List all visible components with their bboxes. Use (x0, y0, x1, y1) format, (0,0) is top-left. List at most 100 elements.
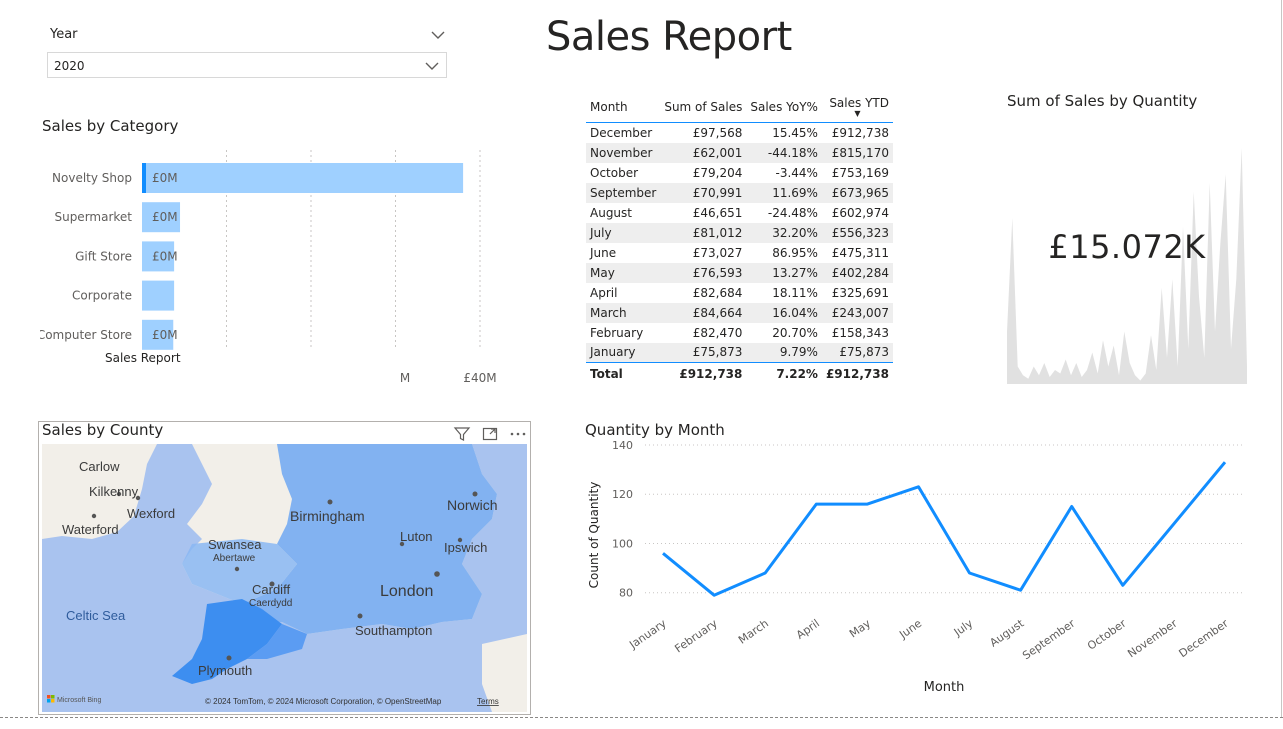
table-row[interactable]: September £70,991 11.69% £673,965 (586, 182, 893, 203)
map-label-luton: Luton (400, 529, 433, 544)
table-row[interactable]: May £76,593 13.27% £402,284 (586, 262, 893, 283)
bar-chart-footer-label: Sales Report (105, 351, 181, 365)
table-cell: April (590, 285, 618, 300)
table-cell: £75,873 (839, 345, 889, 360)
table-cell: December (590, 125, 653, 140)
table-row[interactable]: April £82,684 18.11% £325,691 (586, 283, 893, 303)
bing-logo-text: Microsoft Bing (57, 697, 101, 704)
table-cell: £81,012 (692, 225, 743, 240)
year-dropdown[interactable]: 2020 (47, 52, 447, 78)
x-tick-label: May (847, 617, 873, 641)
map-label-carlow: Carlow (79, 459, 120, 474)
y-axis-title: Count of Quantity (587, 482, 601, 589)
table-row[interactable]: October £79,204 -3.44% £753,169 (586, 163, 893, 183)
table-cell: -24.48% (767, 205, 818, 220)
map-label-norwich: Norwich (447, 497, 498, 513)
x-tick-label: August (987, 616, 1027, 649)
matrix-column-header[interactable]: Month (586, 93, 660, 123)
table-cell: May (590, 265, 615, 280)
x-tick-label: January (626, 617, 669, 652)
x-tick-label: February (672, 617, 720, 656)
table-cell: £602,974 (831, 205, 889, 220)
matrix-column-header[interactable]: Sales YTD ▼ (822, 93, 893, 123)
bar-x-tick: M (400, 371, 410, 385)
table-cell: June (590, 245, 617, 260)
page-boundary-right (1281, 0, 1282, 717)
bar-category-label: Supermarket (54, 210, 132, 224)
bar-chart-title: Sales by Category (42, 117, 179, 135)
table-cell: January (590, 345, 636, 360)
bar-data-label: £0M (152, 171, 178, 185)
table-cell: £62,001 (692, 145, 743, 160)
more-options-icon[interactable] (509, 425, 527, 443)
matrix-column-header[interactable]: Sum of Sales (660, 93, 746, 123)
x-tick-label: November (1125, 617, 1180, 661)
table-cell: 18.11% (772, 285, 818, 300)
year-dropdown-value: 2020 (54, 59, 85, 73)
x-tick-label: September (1020, 617, 1078, 663)
bar-data-label: £0M (152, 210, 178, 224)
table-cell: September (590, 185, 657, 200)
table-cell: £475,311 (831, 245, 889, 260)
map-label-waterford: Waterford (62, 522, 119, 537)
matrix-column-header-label: Sum of Sales (664, 99, 743, 114)
focus-mode-icon[interactable] (481, 425, 499, 443)
category-bar-highlight (142, 163, 146, 193)
table-row[interactable]: February £82,470 20.70% £158,343 (586, 323, 893, 343)
map-terms-link[interactable]: Terms (477, 697, 499, 706)
x-tick-label: April (794, 617, 822, 642)
page-boundary-bottom (0, 717, 1283, 718)
category-bar[interactable] (142, 280, 175, 311)
table-total-cell: 7.22% (776, 366, 818, 381)
sales-matrix-table[interactable]: Month Sum of Sales Sales YoY% Sales YTD ▼ De… (586, 93, 893, 385)
bar-data-label: £0M (152, 249, 178, 263)
map-label-ipswich: Ipswich (444, 540, 487, 555)
county-map[interactable]: Carlow Kilkenny Wexford Waterford Birmin… (42, 444, 527, 712)
table-cell: £75,873 (692, 345, 743, 360)
sparkline-area (1007, 148, 1247, 384)
table-cell: 20.70% (772, 325, 818, 340)
chevron-down-icon[interactable] (430, 28, 446, 42)
table-row[interactable]: July £81,012 32.20% £556,323 (586, 222, 893, 243)
map-label-kilkenny: Kilkenny (89, 484, 139, 499)
x-tick-label: March (736, 617, 771, 647)
category-bar[interactable] (142, 163, 464, 193)
table-row[interactable]: August £46,651 -24.48% £602,974 (586, 203, 893, 223)
quantity-by-month-line-chart[interactable]: 80 100 120 140 January February March April May J… (580, 440, 1250, 715)
y-tick-label: 80 (619, 587, 633, 600)
map-label-cardiff: Cardiff (252, 582, 290, 597)
table-cell: £243,007 (831, 305, 889, 320)
bar-data-label: £0M (152, 328, 178, 342)
table-row[interactable]: June £73,027 86.95% £475,311 (586, 243, 893, 263)
chevron-down-icon (425, 62, 439, 70)
y-tick-label: 120 (612, 488, 633, 501)
matrix-column-header[interactable]: Sales YoY% (746, 93, 822, 123)
table-cell: £325,691 (831, 285, 889, 300)
table-row[interactable]: December £97,568 15.45% £912,738 (586, 123, 893, 143)
map-label-celtic-sea: Celtic Sea (66, 608, 126, 623)
bar-category-label: Novelty Shop (52, 171, 132, 185)
quantity-line-series[interactable] (662, 461, 1227, 597)
table-row[interactable]: March £84,664 16.04% £243,007 (586, 302, 893, 323)
table-cell: August (590, 205, 632, 220)
filter-icon[interactable] (453, 425, 471, 443)
table-cell: October (590, 165, 639, 180)
table-cell: £73,027 (692, 245, 743, 260)
x-axis-title: Month (924, 680, 965, 695)
table-cell: £402,284 (831, 265, 889, 280)
sort-descending-icon: ▼ (854, 109, 861, 118)
table-cell: £158,343 (831, 325, 889, 340)
table-total-cell: Total (590, 366, 623, 381)
table-cell: £76,593 (692, 265, 743, 280)
table-cell: 16.04% (772, 305, 818, 320)
y-tick-label: 140 (612, 440, 633, 452)
table-cell: 32.20% (772, 225, 818, 240)
table-row[interactable]: January £75,873 9.79% £75,873 (586, 342, 893, 363)
map-attribution: © 2024 TomTom, © 2024 Microsoft Corporat… (205, 697, 442, 706)
table-cell: £84,664 (692, 305, 743, 320)
table-total-cell: £912,738 (825, 366, 889, 381)
map-label-southampton: Southampton (355, 623, 432, 638)
map-label-birmingham: Birmingham (290, 508, 365, 524)
bar-category-label: Gift Store (75, 249, 132, 263)
table-row[interactable]: November £62,001 -44.18% £815,170 (586, 142, 893, 163)
